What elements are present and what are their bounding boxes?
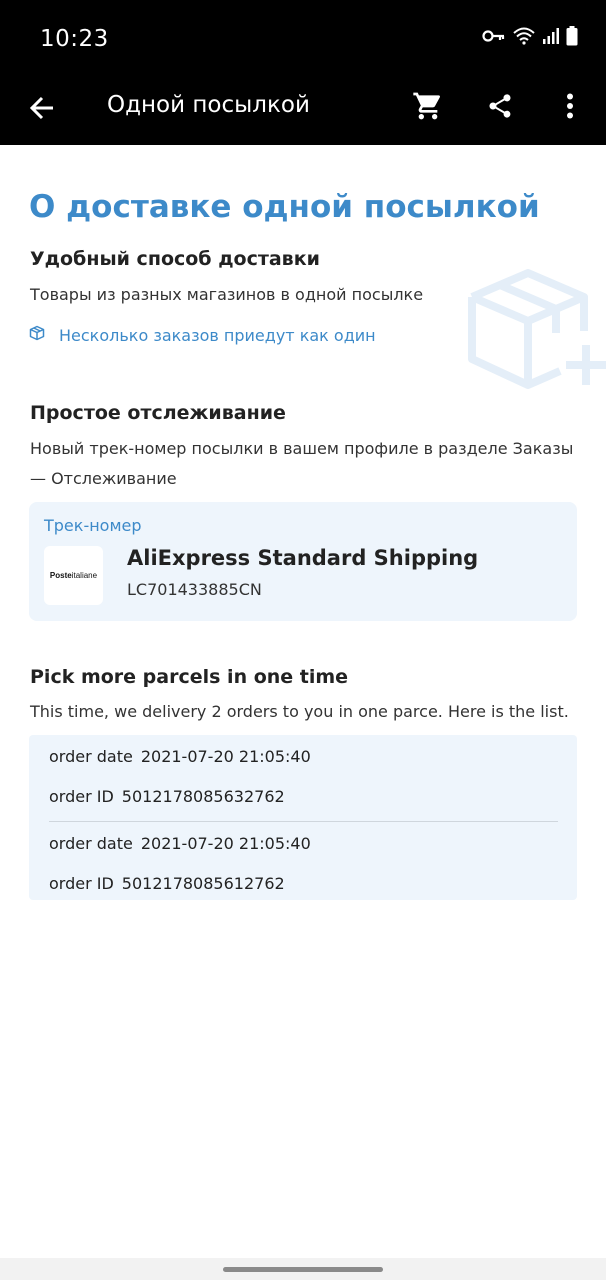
section-title-tracking: Простое отслеживание [30,402,286,424]
carrier-logo-rest: italiane [71,571,98,580]
order-id-label: order ID [49,787,114,806]
carrier-name: AliExpress Standard Shipping [127,546,479,570]
tracking-label: Трек-номер [44,516,142,535]
home-gesture-handle[interactable] [223,1267,383,1272]
order-date-label: order date [49,834,133,853]
page-title: О доставке одной посылкой [29,189,540,225]
vpn-key-icon [482,28,506,49]
order-id-label: order ID [49,874,114,893]
status-bar: 10:23 [0,0,606,78]
order-date-row: order date 2021-07-20 21:05:40 [49,834,311,853]
battery-icon [566,26,578,51]
more-vert-icon [566,93,574,124]
feature-link-label: Несколько заказов приедут как один [59,325,376,345]
parcel-box-icon [462,261,606,396]
orders-list: order date 2021-07-20 21:05:40 order ID 50… [29,735,577,900]
cart-icon [412,90,444,127]
share-button[interactable] [480,86,520,130]
back-arrow-icon [29,95,55,126]
order-date-row: order date 2021-07-20 21:05:40 [49,747,311,766]
back-button[interactable] [22,88,62,132]
order-id-value: 5012178085612762 [121,874,285,893]
carrier-logo-bold: Poste [49,571,72,580]
order-id-row: order ID 5012178085612762 [49,874,285,893]
feature-link-combined-orders[interactable]: Несколько заказов приедут как один [29,325,376,345]
status-time: 10:23 [40,26,109,52]
section-title-orders: Pick more parcels in one time [30,666,349,688]
section-text-tracking-line1: Новый трек-номер посылки в вашем профиле… [30,439,574,458]
order-id-value: 5012178085632762 [121,787,285,806]
more-options-button[interactable] [552,86,588,130]
tracking-card[interactable]: Трек-номер Poste italiane AliExpress Stan… [29,502,577,621]
cart-button[interactable] [408,86,448,130]
section-title-convenient: Удобный способ доставки [30,248,320,270]
section-text-convenient: Товары из разных магазинов в одной посыл… [30,285,424,304]
app-bar-title: Одной посылкой [107,92,310,118]
section-text-tracking-line2: — Отслеживание [30,469,177,488]
status-icons [482,26,578,51]
section-text-orders: This time, we delivery 2 orders to you i… [30,702,569,721]
order-id-row: order ID 5012178085632762 [49,787,285,806]
share-icon [486,92,514,125]
tracking-number: LC701433885CN [127,580,262,599]
order-date-label: order date [49,747,133,766]
system-navigation-bar [0,1258,606,1280]
wifi-icon [512,26,536,51]
app-bar: Одной посылкой [0,78,606,145]
signal-icon [542,27,560,50]
order-divider [49,821,558,822]
small-box-icon [29,325,45,345]
order-date-value: 2021-07-20 21:05:40 [140,747,311,766]
carrier-logo: Poste italiane [44,546,103,605]
order-date-value: 2021-07-20 21:05:40 [140,834,311,853]
